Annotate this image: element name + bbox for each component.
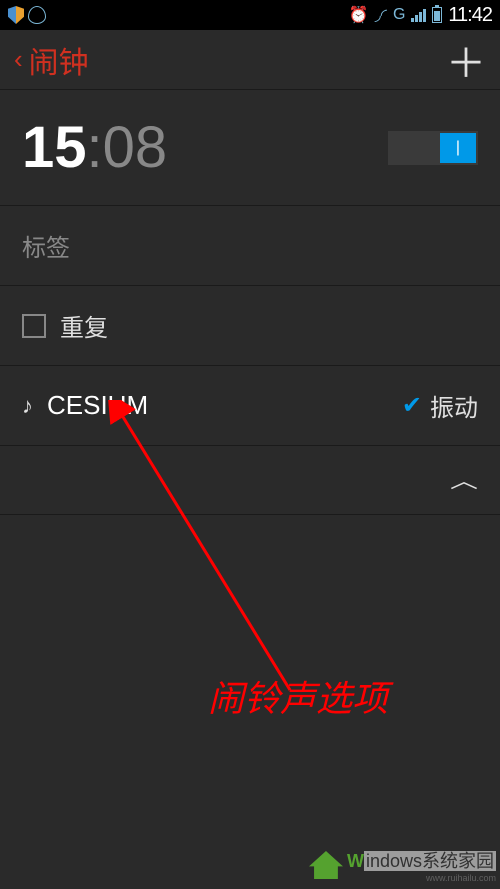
network-label: G — [393, 6, 405, 24]
music-note-icon: ♪ — [22, 393, 33, 419]
header-title[interactable]: 闹钟 — [29, 38, 89, 82]
watermark: Windows系统家园 www.ruihailu.com — [309, 847, 496, 883]
watermark-text: Windows系统家园 www.ruihailu.com — [347, 847, 496, 883]
checkmark-icon: ✔ — [402, 391, 422, 420]
alarm-minute: 08 — [103, 115, 168, 180]
repeat-row[interactable]: 重复 — [0, 286, 500, 366]
alarm-toggle[interactable]: | — [388, 131, 478, 165]
status-bar: ⏰ ◞◜ G 11:42 — [0, 0, 500, 30]
battery-icon — [432, 7, 442, 23]
alarm-hour: 15 — [22, 115, 87, 180]
repeat-label: 重复 — [60, 308, 108, 343]
annotation-text: 闹铃声选项 — [208, 670, 388, 722]
ringtone-row: ♪ CESIUM ✔ 振动 — [0, 366, 500, 446]
collapse-row[interactable]: ︿ — [0, 446, 500, 515]
vibrate-label: 振动 — [430, 388, 478, 423]
alarm-time[interactable]: 15:08 — [22, 114, 167, 181]
repeat-checkbox[interactable] — [22, 314, 46, 338]
status-left — [8, 6, 46, 24]
shield-icon — [8, 6, 24, 24]
label-placeholder: 标签 — [22, 235, 70, 262]
alarm-time-row: 15:08 | — [0, 90, 500, 206]
toggle-knob-on: | — [440, 133, 476, 163]
penguin-icon — [28, 6, 46, 24]
wifi-icon: ◞◜ — [375, 5, 387, 25]
status-time: 11:42 — [448, 4, 492, 27]
vibrate-toggle[interactable]: ✔ 振动 — [402, 388, 478, 423]
alarm-icon: ⏰ — [349, 5, 369, 25]
back-chevron-icon[interactable]: ‹ — [14, 44, 23, 75]
signal-icon — [411, 8, 426, 22]
alarm-label-input[interactable]: 标签 — [0, 206, 500, 286]
header: ‹ 闹钟 ＋ — [0, 30, 500, 90]
watermark-house-icon — [309, 851, 343, 879]
status-right: ⏰ ◞◜ G 11:42 — [349, 4, 492, 27]
add-alarm-button[interactable]: ＋ — [446, 31, 486, 89]
ringtone-name[interactable]: CESIUM — [47, 390, 148, 421]
chevron-up-icon: ︿ — [450, 466, 478, 494]
